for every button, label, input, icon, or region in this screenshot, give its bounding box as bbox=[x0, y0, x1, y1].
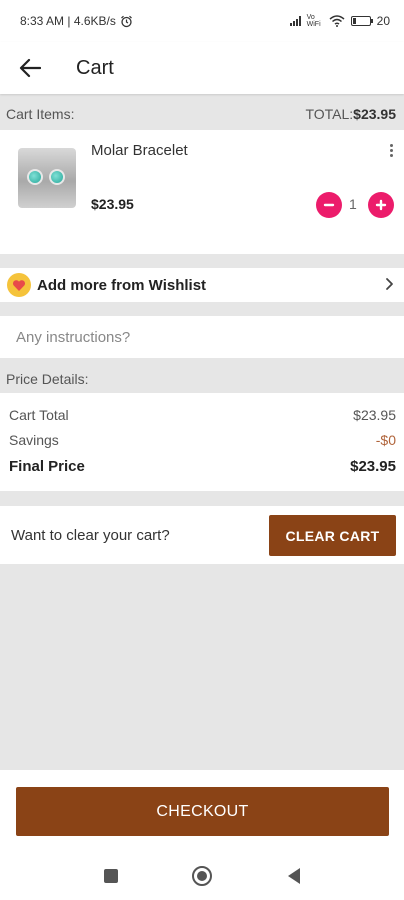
battery-percent: 20 bbox=[376, 14, 390, 28]
recents-square-icon[interactable] bbox=[96, 862, 126, 890]
back-triangle-icon[interactable] bbox=[279, 862, 309, 890]
clear-cart-button[interactable]: CLEAR CART bbox=[269, 515, 396, 556]
wishlist-label: Add more from Wishlist bbox=[37, 277, 207, 294]
more-options-icon[interactable] bbox=[385, 141, 397, 159]
product-name[interactable]: Molar Bracelet bbox=[91, 142, 188, 159]
cart-items-header: Cart Items: TOTAL:$23.95 bbox=[0, 97, 404, 131]
page-title: Cart bbox=[76, 56, 114, 79]
increase-quantity-button[interactable] bbox=[368, 192, 394, 218]
instructions-input[interactable] bbox=[16, 328, 376, 346]
savings-label: Savings bbox=[9, 432, 59, 448]
battery-icon bbox=[350, 16, 373, 26]
cart-total-value: $23.95 bbox=[353, 407, 396, 423]
heart-icon bbox=[7, 273, 31, 297]
plus-icon bbox=[375, 199, 387, 211]
decrease-quantity-button[interactable] bbox=[316, 192, 342, 218]
price-details-label: Price Details: bbox=[6, 371, 89, 387]
status-bar: 8:33 AM | 4.6KB/s Vo WiFi 20 bbox=[0, 0, 404, 42]
signal-icon bbox=[289, 16, 301, 26]
savings-value: -$0 bbox=[375, 432, 396, 448]
cart-items-label: Cart Items: bbox=[6, 106, 75, 122]
cart-total-label: Cart Total bbox=[9, 407, 69, 423]
status-time: 8:33 AM | 4.6KB/s bbox=[20, 14, 116, 28]
wifi-icon bbox=[329, 15, 345, 27]
final-price-value: $23.95 bbox=[350, 458, 396, 475]
vowifi-label: Vo WiFi bbox=[306, 14, 321, 28]
cart-total-row: Cart Total $23.95 bbox=[9, 407, 396, 423]
cart-item-card[interactable] bbox=[0, 130, 404, 254]
quantity-value: 1 bbox=[349, 196, 357, 212]
alarm-icon bbox=[120, 15, 132, 27]
checkout-button[interactable]: CHECKOUT bbox=[16, 787, 389, 836]
minus-icon bbox=[323, 203, 335, 207]
cart-total: TOTAL:$23.95 bbox=[305, 106, 396, 122]
app-bar: Cart bbox=[0, 42, 404, 94]
arrow-left-icon bbox=[19, 58, 41, 78]
clear-cart-question: Want to clear your cart? bbox=[11, 527, 170, 544]
final-price-row: Final Price $23.95 bbox=[9, 458, 396, 475]
product-price: $23.95 bbox=[91, 196, 134, 212]
add-from-wishlist-row[interactable]: Add more from Wishlist bbox=[0, 268, 404, 302]
instructions-container bbox=[0, 316, 404, 358]
final-price-label: Final Price bbox=[9, 458, 85, 475]
savings-row: Savings -$0 bbox=[9, 432, 396, 448]
chevron-right-icon bbox=[386, 278, 393, 290]
back-button[interactable] bbox=[2, 42, 58, 94]
price-details-card: Cart Total $23.95 Savings -$0 Final Pric… bbox=[0, 393, 404, 491]
home-circle-icon[interactable] bbox=[187, 862, 217, 890]
product-image[interactable] bbox=[18, 148, 76, 208]
price-details-header: Price Details: bbox=[0, 362, 404, 396]
